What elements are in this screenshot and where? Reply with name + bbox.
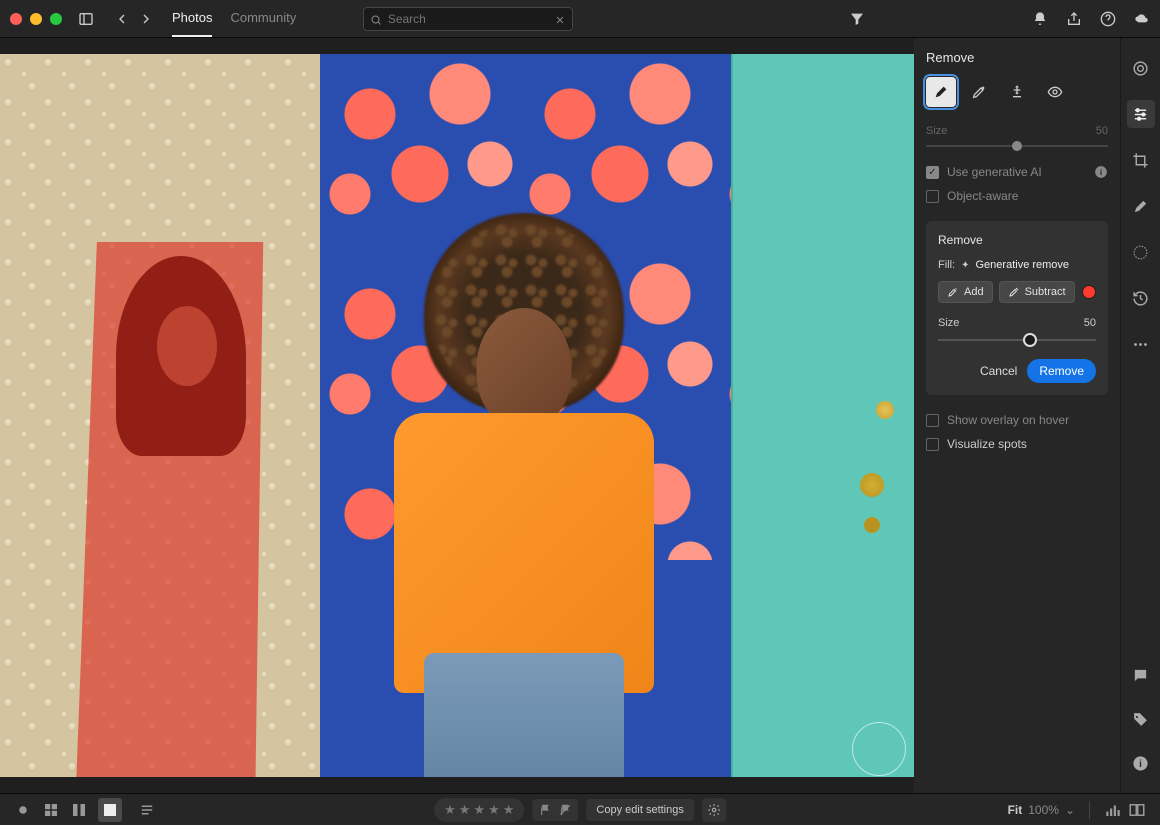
maximize-window[interactable] [50, 13, 62, 25]
history-icon[interactable] [1127, 284, 1155, 312]
filmstrip-toggle-icon[interactable] [138, 801, 156, 819]
settings-gear-icon[interactable] [702, 798, 726, 822]
action-buttons: Cancel Remove [938, 359, 1096, 383]
size-value-2: 50 [1084, 317, 1096, 329]
clone-stamp-tool[interactable] [1002, 77, 1032, 107]
bottom-bar: ★★★★★ Copy edit settings Fit 100% ⌄ [0, 793, 1160, 825]
tab-photos[interactable]: Photos [172, 0, 212, 37]
edit-tool-icon[interactable] [1127, 54, 1155, 82]
more-icon[interactable] [1127, 330, 1155, 358]
size-label-2: Size [938, 317, 959, 329]
visualize-spots-checkbox[interactable]: Visualize spots [926, 437, 1108, 451]
before-after-icon[interactable] [1128, 801, 1146, 819]
object-aware-label: Object-aware [947, 189, 1018, 203]
flag-reject-icon[interactable] [558, 803, 572, 817]
tab-community[interactable]: Community [230, 0, 296, 37]
top-right-controls [1032, 11, 1150, 27]
comment-icon[interactable] [1127, 661, 1155, 689]
fill-label: Fill: [938, 259, 955, 271]
tool-rail: i [1120, 38, 1160, 793]
overlay-color-swatch[interactable] [1082, 285, 1096, 299]
nav-tabs: Photos Community [172, 0, 296, 37]
rating-tools: ★★★★★ Copy edit settings [434, 798, 726, 822]
show-overlay-label: Show overlay on hover [947, 413, 1069, 427]
view-grid-icon[interactable] [42, 801, 60, 819]
filter-icon[interactable] [849, 11, 865, 27]
view-compare-icon[interactable] [70, 801, 88, 819]
info-icon[interactable]: i [1094, 165, 1108, 179]
svg-text:i: i [1139, 759, 1142, 770]
nav-forward-icon[interactable] [138, 11, 154, 27]
search-icon [370, 13, 382, 25]
top-bar: Photos Community [0, 0, 1160, 38]
fill-mode-row: Fill: ✦ Generative remove [938, 259, 1096, 271]
remove-action-panel: Remove Fill: ✦ Generative remove Add Sub… [926, 221, 1108, 395]
search-field[interactable] [363, 7, 573, 31]
visualize-spots-label: Visualize spots [947, 437, 1027, 451]
close-window[interactable] [10, 13, 22, 25]
star-rating[interactable]: ★★★★★ [434, 798, 524, 822]
nav-back-icon[interactable] [114, 11, 130, 27]
photo-content [0, 54, 914, 777]
add-label: Add [964, 286, 984, 298]
sidebar-toggle-icon[interactable] [78, 11, 94, 27]
preview-toggle-tool[interactable] [1040, 77, 1070, 107]
subtract-label: Subtract [1025, 286, 1066, 298]
fill-value[interactable]: Generative remove [976, 259, 1070, 271]
main-area: Remove Size 50 Use generative AI i Objec… [0, 38, 1160, 793]
svg-text:i: i [1100, 168, 1102, 177]
zoom-level[interactable]: 100% [1028, 803, 1059, 817]
flag-pick-icon[interactable] [538, 803, 552, 817]
show-overlay-checkbox[interactable]: Show overlay on hover [926, 413, 1108, 427]
use-gen-ai-label: Use generative AI [947, 165, 1042, 179]
search-input[interactable] [388, 12, 548, 26]
info-panel-icon[interactable]: i [1127, 749, 1155, 777]
use-generative-ai-checkbox[interactable]: Use generative AI i [926, 165, 1108, 179]
object-aware-checkbox[interactable]: Object-aware [926, 189, 1108, 203]
size-row-disabled: Size 50 [926, 125, 1108, 137]
notifications-icon[interactable] [1032, 11, 1048, 27]
zoom-controls: Fit 100% ⌄ [1008, 801, 1146, 819]
crop-tool-icon[interactable] [1127, 146, 1155, 174]
histogram-icon[interactable] [1104, 801, 1122, 819]
subpanel-title: Remove [938, 233, 1096, 247]
masking-tool-icon[interactable] [1127, 238, 1155, 266]
size-row: Size 50 [938, 317, 1096, 329]
remove-button[interactable]: Remove [1027, 359, 1096, 383]
panel-title: Remove [926, 50, 1108, 65]
slider-thumb[interactable] [1023, 333, 1037, 347]
subtract-brush-button[interactable]: Subtract [999, 281, 1075, 303]
view-single-icon[interactable] [14, 801, 32, 819]
sparkle-icon: ✦ [961, 260, 969, 271]
photo-canvas[interactable] [0, 38, 914, 793]
size-slider-disabled [926, 145, 1108, 147]
brush-select-tool[interactable] [926, 77, 956, 107]
minimize-window[interactable] [30, 13, 42, 25]
size-value: 50 [1096, 125, 1108, 137]
size-slider[interactable] [938, 339, 1096, 341]
remove-tool-modes [926, 77, 1108, 107]
brush-cursor [852, 722, 906, 776]
cloud-icon[interactable] [1134, 11, 1150, 27]
cancel-button[interactable]: Cancel [980, 364, 1017, 378]
flag-controls[interactable] [532, 799, 578, 821]
zoom-dropdown-icon[interactable]: ⌄ [1065, 803, 1075, 817]
brush-mode-row: Add Subtract [938, 281, 1096, 303]
help-icon[interactable] [1100, 11, 1116, 27]
size-label: Size [926, 125, 947, 137]
add-brush-button[interactable]: Add [938, 281, 993, 303]
copy-edit-settings-button[interactable]: Copy edit settings [586, 799, 693, 821]
heal-brush-tool[interactable] [964, 77, 994, 107]
view-mode-switcher [14, 798, 156, 822]
healing-tool-icon[interactable] [1127, 192, 1155, 220]
view-detail-icon[interactable] [98, 798, 122, 822]
tag-icon[interactable] [1127, 705, 1155, 733]
sliders-tool-icon[interactable] [1127, 100, 1155, 128]
clear-search-icon[interactable] [554, 13, 566, 25]
share-icon[interactable] [1066, 11, 1082, 27]
fit-button[interactable]: Fit [1008, 803, 1023, 817]
remove-panel: Remove Size 50 Use generative AI i Objec… [914, 38, 1120, 793]
window-controls [10, 13, 62, 25]
